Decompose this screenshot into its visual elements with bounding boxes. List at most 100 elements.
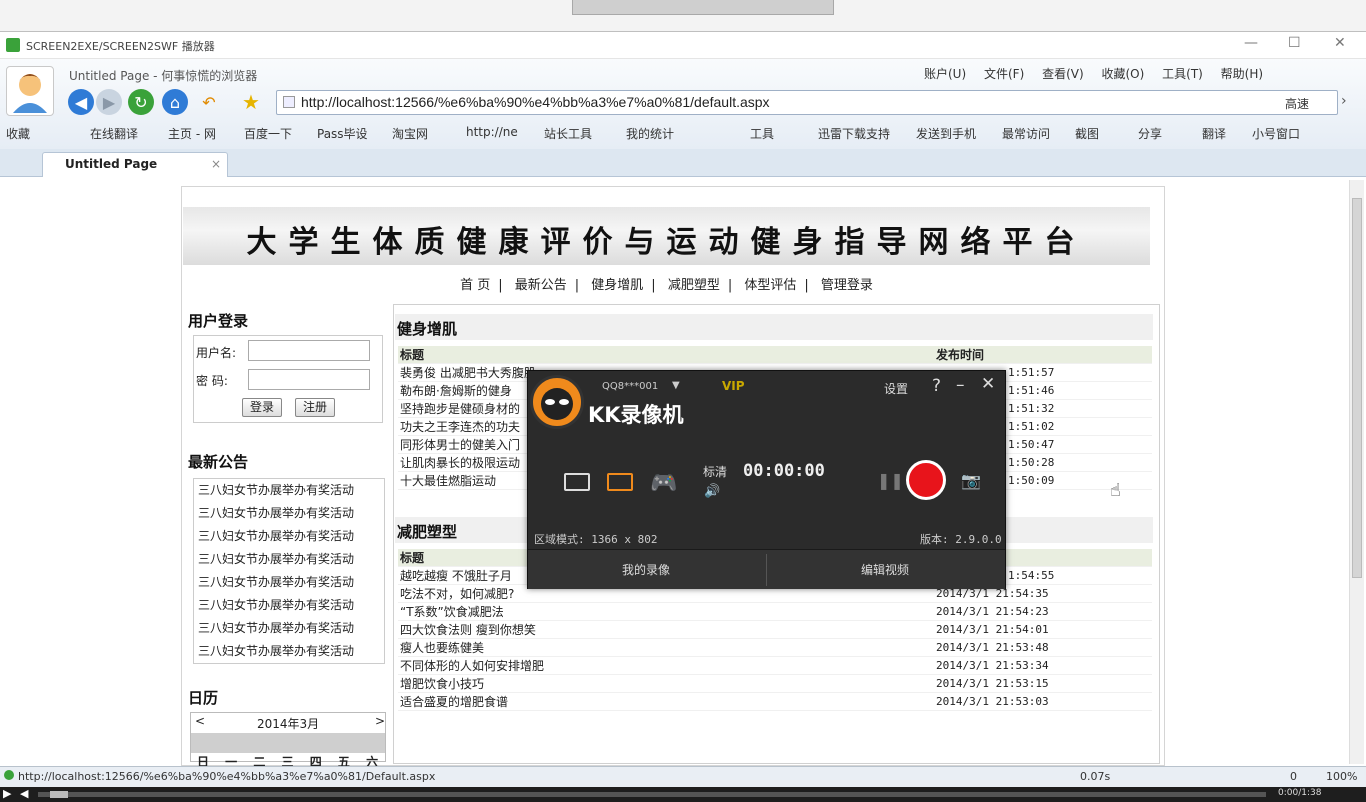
kk-minimize-icon[interactable]: – — [956, 375, 965, 395]
password-input[interactable] — [248, 369, 370, 390]
register-button[interactable]: 注册 — [295, 398, 335, 417]
calendar-next[interactable]: > — [375, 714, 385, 728]
fav-item[interactable]: 主页 - 网 — [168, 125, 216, 142]
my-videos-button[interactable]: 我的录像 — [622, 561, 670, 578]
minimize-button[interactable]: — — [1244, 35, 1258, 51]
nav-assessment[interactable]: 体型评估 — [744, 278, 796, 293]
volume-icon[interactable]: 🔊 — [704, 484, 720, 499]
fav-item[interactable]: 迅雷下载支持 — [818, 125, 890, 142]
row-title[interactable]: 四大饮食法则 瘦到你想笑 — [400, 621, 536, 639]
progress-thumb[interactable] — [50, 791, 68, 798]
fav-item[interactable]: 发送到手机 — [916, 125, 976, 142]
row-title[interactable]: 功夫之王李连杰的功夫 — [400, 418, 520, 436]
kk-close-icon[interactable]: ✕ — [981, 374, 995, 394]
play-icon[interactable]: ▶ — [3, 787, 11, 800]
fav-item[interactable]: 翻译 — [1202, 125, 1226, 142]
fav-item[interactable]: 小号窗口 — [1252, 125, 1300, 142]
kk-recorder-window[interactable]: QQ8***001 ▼ VIP 设置 ? – ✕ KK录像机 🎮 标清 🔊 00… — [527, 370, 1006, 589]
tab-untitled[interactable]: Untitled Page × — [42, 152, 228, 177]
fav-item[interactable]: 在线翻译 — [90, 125, 138, 142]
row-title[interactable]: “T系数”饮食减肥法 — [400, 603, 504, 621]
row-title[interactable]: 吃法不对，如何减肥? — [400, 585, 514, 603]
go-icon[interactable]: › — [1341, 93, 1347, 109]
account-dropdown-icon[interactable]: ▼ — [672, 380, 680, 391]
address-bar[interactable]: http://localhost:12566/%e6%ba%90%e4%bb%a… — [276, 90, 1347, 115]
menu-file[interactable]: 文件(F) — [984, 67, 1024, 81]
notice-item[interactable]: 三八妇女节办展举办有奖活动 — [194, 479, 384, 502]
row-title[interactable]: 不同体形的人如何安排增肥 — [400, 657, 544, 675]
notice-item[interactable]: 三八妇女节办展举办有奖活动 — [194, 571, 384, 594]
row-title[interactable]: 裴勇俊 出减肥书大秀腹肌 — [400, 364, 536, 382]
fav-item[interactable]: 最常访问 — [1002, 125, 1050, 142]
notice-item[interactable]: 三八妇女节办展举办有奖活动 — [194, 548, 384, 571]
player-volume-icon[interactable]: ◀ — [20, 787, 28, 800]
menu-help[interactable]: 帮助(H) — [1221, 67, 1263, 81]
pause-icon[interactable]: ❚❚ — [877, 471, 904, 490]
menu-tools[interactable]: 工具(T) — [1162, 67, 1203, 81]
record-button[interactable] — [906, 460, 946, 500]
username-input[interactable] — [248, 340, 370, 361]
forward-icon[interactable]: ▶ — [96, 89, 122, 115]
nav-fitness[interactable]: 健身增肌 — [591, 278, 643, 293]
kk-help[interactable]: ? — [932, 376, 941, 396]
notice-item[interactable]: 三八妇女节办展举办有奖活动 — [194, 525, 384, 548]
fav-item[interactable]: 分享 — [1138, 125, 1162, 142]
page-scrollbar[interactable] — [1349, 180, 1364, 764]
fav-item[interactable]: 收藏 — [6, 125, 30, 142]
table-row[interactable]: 瘦人也要练健美 2014/3/1 21:53:48 — [398, 639, 1152, 657]
close-button[interactable]: ✕ — [1334, 35, 1346, 51]
kk-account[interactable]: QQ8***001 — [602, 381, 658, 392]
fav-item[interactable]: 截图 — [1075, 125, 1099, 142]
table-row[interactable]: 增肥饮食小技巧 2014/3/1 21:53:15 — [398, 675, 1152, 693]
row-title[interactable]: 瘦人也要练健美 — [400, 639, 484, 657]
row-title[interactable]: 适合盛夏的增肥食谱 — [400, 693, 508, 711]
calendar-prev[interactable]: < — [195, 714, 205, 728]
menu-view[interactable]: 查看(V) — [1042, 67, 1084, 81]
table-row[interactable]: 适合盛夏的增肥食谱 2014/3/1 21:53:03 — [398, 693, 1152, 711]
refresh-icon[interactable]: ↻ — [128, 89, 154, 115]
row-title[interactable]: 勒布朗·詹姆斯的健身 — [400, 382, 512, 400]
fav-item[interactable]: 站长工具 — [544, 125, 592, 142]
edit-video-button[interactable]: 编辑视频 — [861, 561, 909, 578]
quality-label[interactable]: 标清 — [703, 463, 727, 480]
fullscreen-mode-icon[interactable] — [564, 473, 590, 491]
home-icon[interactable]: ⌂ — [162, 89, 188, 115]
row-title[interactable]: 坚持跑步是健硕身材的 — [400, 400, 520, 418]
back-icon[interactable]: ◀ — [68, 89, 94, 115]
notice-item[interactable]: 三八妇女节办展举办有奖活动 — [194, 502, 384, 525]
zoom-level[interactable]: 100% — [1326, 770, 1357, 783]
fav-item[interactable]: http://ne — [466, 125, 518, 139]
maximize-button[interactable]: ☐ — [1288, 35, 1301, 51]
fav-item[interactable]: 淘宝网 — [392, 125, 428, 142]
tab-close-icon[interactable]: × — [211, 157, 221, 171]
table-row[interactable]: 四大饮食法则 瘦到你想笑 2014/3/1 21:54:01 — [398, 621, 1152, 639]
speed-mode[interactable]: 高速 — [1285, 95, 1309, 112]
row-title[interactable]: 同形体男士的健美入门 — [400, 436, 520, 454]
fav-item[interactable]: 我的统计 — [626, 125, 674, 142]
notice-item[interactable]: 三八妇女节办展举办有奖活动 — [194, 617, 384, 640]
row-title[interactable]: 越吃越瘦 不饿肚子月 — [400, 567, 512, 585]
scrollbar-thumb[interactable] — [1352, 198, 1362, 578]
user-avatar-icon[interactable] — [6, 66, 54, 116]
menu-account[interactable]: 账户(U) — [924, 67, 966, 81]
nav-slimming[interactable]: 减肥塑型 — [668, 278, 720, 293]
fav-item[interactable]: Pass毕设 — [317, 125, 368, 142]
table-row[interactable]: 不同体形的人如何安排增肥 2014/3/1 21:53:34 — [398, 657, 1152, 675]
notice-item[interactable]: 三八妇女节办展举办有奖活动 — [194, 594, 384, 617]
game-mode-icon[interactable]: 🎮 — [650, 471, 677, 496]
login-button[interactable]: 登录 — [242, 398, 282, 417]
nav-admin-login[interactable]: 管理登录 — [821, 278, 873, 293]
row-title[interactable]: 让肌肉暴长的极限运动 — [400, 454, 520, 472]
fav-item[interactable]: 百度一下 — [244, 125, 292, 142]
region-mode-icon[interactable] — [607, 473, 633, 491]
row-title[interactable]: 十大最佳燃脂运动 — [400, 472, 496, 490]
address-url[interactable]: http://localhost:12566/%e6%ba%90%e4%bb%a… — [301, 94, 770, 110]
undo-icon[interactable]: ↶ — [196, 89, 222, 115]
progress-track[interactable] — [38, 791, 1266, 798]
kk-settings[interactable]: 设置 — [884, 380, 908, 397]
notice-item[interactable]: 三八妇女节办展举办有奖活动 — [194, 640, 384, 663]
menu-favorites[interactable]: 收藏(O) — [1102, 67, 1145, 81]
row-title[interactable]: 增肥饮食小技巧 — [400, 675, 484, 693]
fav-item[interactable]: 工具 — [750, 125, 774, 142]
star-icon[interactable]: ★ — [238, 89, 264, 115]
